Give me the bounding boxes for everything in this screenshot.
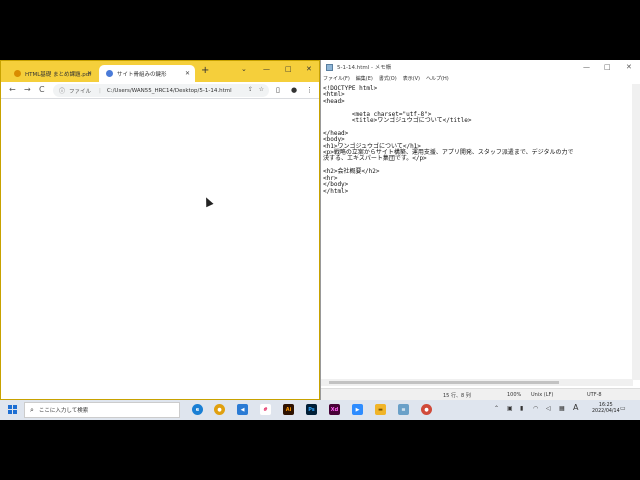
share-icon[interactable]: ⇪ — [248, 86, 253, 93]
windows-start-icon[interactable] — [8, 405, 17, 414]
notepad-statusbar: 15 行、8 列 100% Unix (LF) UTF-8 — [321, 388, 640, 400]
vscode-icon[interactable]: ◀ — [237, 404, 248, 415]
menu-file[interactable]: ファイル(F) — [323, 75, 350, 82]
notification-icon[interactable]: ▭ — [620, 405, 626, 412]
status-encoding: UTF-8 — [587, 392, 602, 398]
xd-icon[interactable]: Xd — [329, 404, 340, 415]
tab-site[interactable]: サイト骨組みの鍵形 ✕ — [99, 65, 195, 82]
notepad-icon — [326, 63, 333, 71]
search-placeholder: ここに入力して検索 — [38, 408, 89, 414]
notepad-text-area[interactable]: <!DOCTYPE html> <html> <head> <meta char… — [323, 85, 633, 195]
scrollbar-thumb[interactable] — [329, 381, 559, 384]
browser-toolbar: ← → C ⓘ ファイル | C:/Users/WAN55_HRC14/Desk… — [1, 82, 319, 99]
desktop-screen: HTML基礎 まとめ課題.pdf ✕ サイト骨組みの鍵形 ✕ + ⌄ — □ ✕… — [0, 60, 640, 420]
status-position: 15 行、8 列 — [443, 393, 471, 399]
wifi-icon[interactable]: ◠ — [533, 405, 538, 412]
illustrator-icon[interactable]: Ai — [283, 404, 294, 415]
notepad-menubar: ファイル(F) 編集(E) 書式(O) 表示(V) ヘルプ(H) — [321, 74, 640, 83]
chevron-down-icon[interactable]: ⌄ — [241, 65, 247, 73]
chevron-up-icon[interactable]: ⌃ — [494, 405, 499, 412]
info-icon[interactable]: ⓘ — [59, 86, 65, 95]
file-explorer-icon[interactable]: ▬ — [375, 404, 386, 415]
notepad-window: 5-1-14.html - メモ帳 — □ ✕ ファイル(F) 編集(E) 書式… — [320, 60, 640, 400]
taskbar-clock[interactable]: 16:25 2022/04/14 — [592, 403, 620, 415]
chrome-icon[interactable]: ● — [214, 404, 225, 415]
photoshop-icon[interactable]: Ps — [306, 404, 317, 415]
ime-indicator-icon[interactable]: ▦ — [559, 405, 565, 412]
url-text: C:/Users/WAN55_HRC14/Desktop/5-1-14.html — [106, 87, 232, 94]
taskbar: ⌕ ここに入力して検索 e ● ◀ # Ai Ps Xd ▶ ▬ ≡ ● ⌃ ▣… — [0, 400, 640, 420]
pdf-favicon-icon — [14, 70, 21, 77]
status-eol: Unix (LF) — [531, 392, 554, 398]
search-icon: ⌕ — [30, 405, 34, 414]
star-icon[interactable]: ☆ — [259, 86, 264, 93]
profile-icon[interactable]: ● — [291, 86, 297, 94]
url-scheme: ファイル — [69, 88, 92, 95]
clock-date: 2022/04/14 — [592, 409, 620, 414]
horizontal-scrollbar[interactable] — [321, 379, 633, 386]
tab-label: HTML基礎 まとめ課題.pdf — [25, 71, 92, 78]
ime-mode[interactable]: A — [573, 403, 578, 412]
edge-icon[interactable]: e — [192, 404, 203, 415]
mouse-cursor-icon — [202, 195, 214, 208]
back-button[interactable]: ← — [9, 85, 16, 95]
chrome-active-icon[interactable]: ● — [421, 404, 432, 415]
notepad-titlebar: 5-1-14.html - メモ帳 — [321, 60, 640, 74]
maximize-button[interactable]: □ — [604, 63, 611, 71]
menu-format[interactable]: 書式(O) — [379, 75, 397, 82]
slack-icon[interactable]: # — [260, 404, 271, 415]
tab-strip: HTML基礎 まとめ課題.pdf ✕ サイト骨組みの鍵形 ✕ + ⌄ — □ ✕ — [1, 61, 319, 82]
menu-edit[interactable]: 編集(E) — [356, 75, 373, 82]
more-menu-icon[interactable]: ⋮ — [306, 86, 313, 94]
tab-label: サイト骨組みの鍵形 — [117, 71, 167, 78]
menu-view[interactable]: 表示(V) — [403, 75, 420, 82]
notepad-taskbar-icon[interactable]: ≡ — [398, 404, 409, 415]
globe-favicon-icon — [106, 70, 113, 77]
status-zoom: 100% — [507, 392, 522, 398]
minimize-button[interactable]: — — [263, 65, 270, 73]
taskbar-search-box[interactable]: ⌕ ここに入力して検索 — [24, 402, 180, 418]
minimize-button[interactable]: — — [583, 63, 590, 71]
forward-button[interactable]: → — [24, 85, 31, 95]
notepad-title: 5-1-14.html - メモ帳 — [337, 65, 392, 71]
zoom-icon[interactable]: ▶ — [352, 404, 363, 415]
tab-close-icon[interactable]: ✕ — [87, 70, 92, 77]
reload-button[interactable]: C — [39, 85, 45, 95]
menu-help[interactable]: ヘルプ(H) — [426, 75, 449, 82]
vertical-scrollbar[interactable] — [632, 84, 640, 380]
tab-close-icon[interactable]: ✕ — [185, 70, 190, 77]
network-icon[interactable]: ▣ — [507, 405, 513, 412]
sidepanel-icon[interactable]: ▯ — [276, 86, 280, 94]
address-bar[interactable]: ⓘ ファイル | C:/Users/WAN55_HRC14/Desktop/5-… — [53, 84, 269, 97]
close-button[interactable]: ✕ — [626, 63, 632, 71]
maximize-button[interactable]: □ — [285, 65, 292, 73]
close-button[interactable]: ✕ — [306, 65, 312, 73]
volume-icon[interactable]: ◁ — [546, 405, 551, 412]
browser-window: HTML基礎 まとめ課題.pdf ✕ サイト骨組みの鍵形 ✕ + ⌄ — □ ✕… — [0, 60, 320, 400]
tab-pdf[interactable]: HTML基礎 まとめ課題.pdf ✕ — [7, 65, 97, 82]
battery-icon[interactable]: ▮ — [520, 405, 523, 412]
new-tab-button[interactable]: + — [201, 66, 209, 76]
url-separator: | — [99, 87, 101, 94]
